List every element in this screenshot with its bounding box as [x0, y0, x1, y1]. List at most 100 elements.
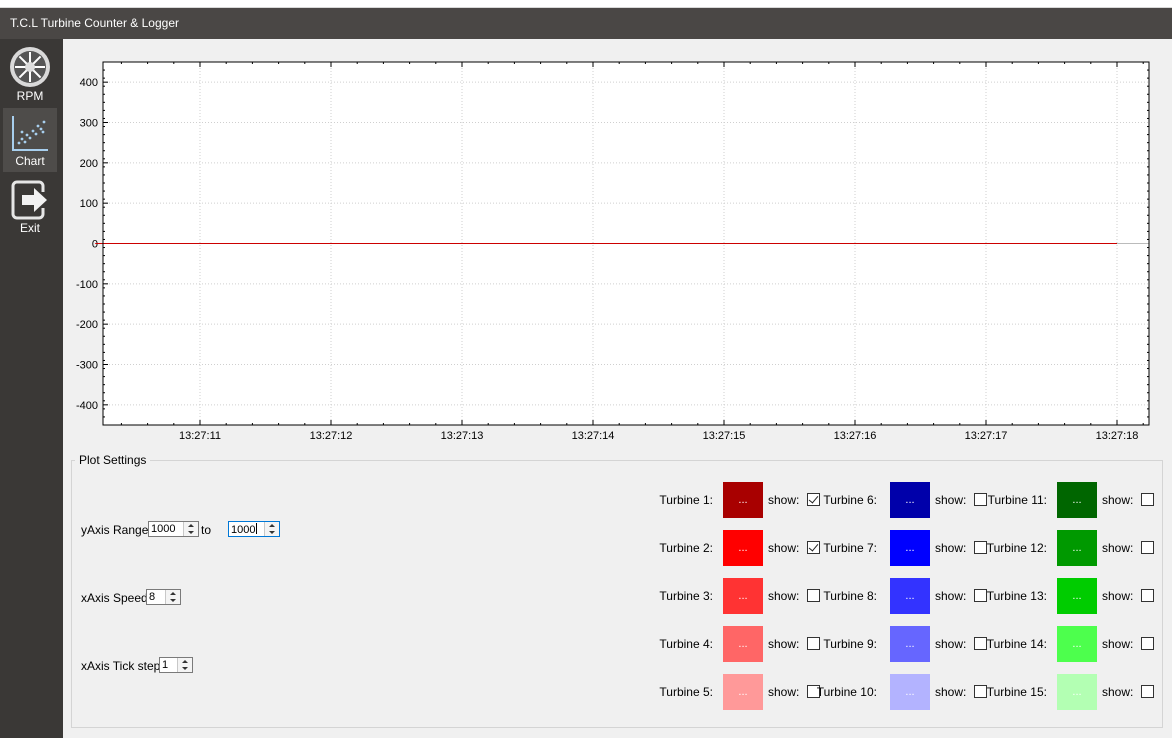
turbine-label: Turbine 4: — [659, 637, 713, 651]
show-label: show: — [1102, 541, 1134, 555]
y-tick-label: 0 — [92, 239, 98, 251]
to-label: to — [201, 523, 212, 537]
turbine-2-color-button[interactable]: ... — [723, 530, 763, 566]
y-tick-label: 200 — [80, 158, 98, 170]
turbine-3-show-checkbox[interactable] — [807, 589, 820, 602]
spin-arrows[interactable] — [165, 590, 180, 604]
turbine-1-color-button[interactable]: ... — [723, 482, 763, 518]
exit-icon — [3, 180, 57, 220]
turbine-7-color-button[interactable]: ... — [890, 530, 930, 566]
turbine-9-show-checkbox[interactable] — [974, 637, 987, 650]
turbine-12-color-button[interactable]: ... — [1057, 530, 1097, 566]
turbine-8-show-checkbox[interactable] — [974, 589, 987, 602]
turbine-label: Turbine 11: — [987, 493, 1047, 507]
show-label: show: — [768, 541, 800, 555]
turbine-6-show-checkbox[interactable] — [974, 493, 987, 506]
sidebar-item-rpm[interactable]: RPM — [3, 41, 57, 105]
x-tick-label: 13:27:11 — [179, 430, 221, 442]
turbine-label: Turbine 6: — [823, 493, 877, 507]
turbine-label: Turbine 13: — [986, 589, 1047, 603]
x-speed-spinbox[interactable]: 8 — [146, 589, 181, 605]
turbine-1-show-checkbox[interactable] — [807, 493, 820, 506]
show-label: show: — [768, 493, 800, 507]
y-tick-label: 100 — [80, 198, 98, 210]
turbine-11-show-checkbox[interactable] — [1141, 493, 1154, 506]
y-tick-label: -100 — [76, 279, 98, 291]
turbine-label: Turbine 14: — [986, 637, 1047, 651]
spin-arrows[interactable] — [183, 522, 198, 536]
spin-arrows[interactable] — [177, 658, 192, 672]
show-label: show: — [935, 637, 967, 651]
sidebar-item-label: RPM — [16, 89, 44, 103]
x-tick-value: 1 — [162, 659, 169, 671]
y-range-to-value: 1000 — [231, 523, 258, 536]
turbine-label: Turbine 5: — [659, 685, 713, 699]
y-range-label: yAxis Range: — [81, 523, 152, 537]
y-range-from-value: 1000 — [151, 523, 176, 535]
y-range-from-spinbox[interactable]: 1000 — [148, 521, 199, 537]
turbine-5-color-button[interactable]: ... — [723, 674, 763, 710]
y-tick-label: -400 — [76, 400, 98, 412]
x-tick-spinbox[interactable]: 1 — [159, 657, 193, 673]
turbine-11-color-button[interactable]: ... — [1057, 482, 1097, 518]
show-label: show: — [935, 541, 967, 555]
turbine-14-color-button[interactable]: ... — [1057, 626, 1097, 662]
turbine-label: Turbine 9: — [823, 637, 877, 651]
turbine-icon — [3, 46, 57, 88]
y-tick-label: 400 — [80, 77, 98, 89]
turbine-13-color-button[interactable]: ... — [1057, 578, 1097, 614]
turbine-10-show-checkbox[interactable] — [974, 685, 987, 698]
sidebar-item-label: Chart — [15, 154, 45, 168]
turbine-4-show-checkbox[interactable] — [807, 637, 820, 650]
turbine-label: Turbine 15: — [986, 685, 1047, 699]
y-tick-label: 300 — [80, 118, 98, 130]
sidebar-item-exit[interactable]: Exit — [3, 175, 57, 239]
x-tick-label: 13:27:18 — [1096, 430, 1139, 442]
turbine-label: Turbine 10: — [816, 685, 877, 699]
show-label: show: — [1102, 589, 1134, 603]
show-label: show: — [1102, 493, 1134, 507]
turbine-label: Turbine 8: — [823, 589, 877, 603]
turbine-2-show-checkbox[interactable] — [807, 541, 820, 554]
x-speed-value: 8 — [149, 591, 156, 603]
turbine-9-color-button[interactable]: ... — [890, 626, 930, 662]
turbine-12-show-checkbox[interactable] — [1141, 541, 1154, 554]
turbine-4-color-button[interactable]: ... — [723, 626, 763, 662]
show-label: show: — [935, 589, 967, 603]
show-label: show: — [1102, 637, 1134, 651]
spin-arrows[interactable] — [264, 522, 279, 536]
turbine-13-show-checkbox[interactable] — [1141, 589, 1154, 602]
turbine-10-color-button[interactable]: ... — [890, 674, 930, 710]
plot-settings-title: Plot Settings — [75, 453, 151, 467]
show-label: show: — [768, 589, 800, 603]
x-tick-label: 13:27:17 — [965, 430, 1008, 442]
sidebar-item-chart[interactable]: Chart — [3, 108, 57, 172]
show-label: show: — [1102, 685, 1134, 699]
turbine-label: Turbine 1: — [659, 493, 713, 507]
x-speed-label: xAxis Speed: — [81, 591, 152, 605]
window-title: T.C.L Turbine Counter & Logger — [0, 8, 1172, 39]
top-strip — [0, 0, 1172, 8]
x-tick-label: xAxis Tick step: — [81, 659, 164, 673]
y-range-to-spinbox[interactable]: 1000 — [228, 521, 280, 537]
sidebar-item-label: Exit — [19, 221, 40, 235]
show-label: show: — [768, 637, 800, 651]
x-tick-label: 13:27:15 — [703, 430, 746, 442]
y-tick-label: -300 — [76, 360, 98, 372]
turbine-label: Turbine 12: — [986, 541, 1047, 555]
turbine-15-color-button[interactable]: ... — [1057, 674, 1097, 710]
rpm-chart: 400 300 200 100 0 -100 -200 -300 -400 13:27:11 13:… — [76, 61, 1150, 442]
scatter-chart-icon — [3, 113, 57, 153]
turbine-label: Turbine 2: — [659, 541, 713, 555]
turbine-label: Turbine 3: — [659, 589, 713, 603]
sidebar: RPM Chart Exit — [0, 39, 63, 738]
turbine-7-show-checkbox[interactable] — [974, 541, 987, 554]
turbine-8-color-button[interactable]: ... — [890, 578, 930, 614]
turbine-6-color-button[interactable]: ... — [890, 482, 930, 518]
turbine-15-show-checkbox[interactable] — [1141, 685, 1154, 698]
turbine-3-color-button[interactable]: ... — [723, 578, 763, 614]
x-tick-label: 13:27:12 — [310, 430, 353, 442]
show-label: show: — [768, 685, 800, 699]
show-label: show: — [935, 685, 967, 699]
turbine-14-show-checkbox[interactable] — [1141, 637, 1154, 650]
